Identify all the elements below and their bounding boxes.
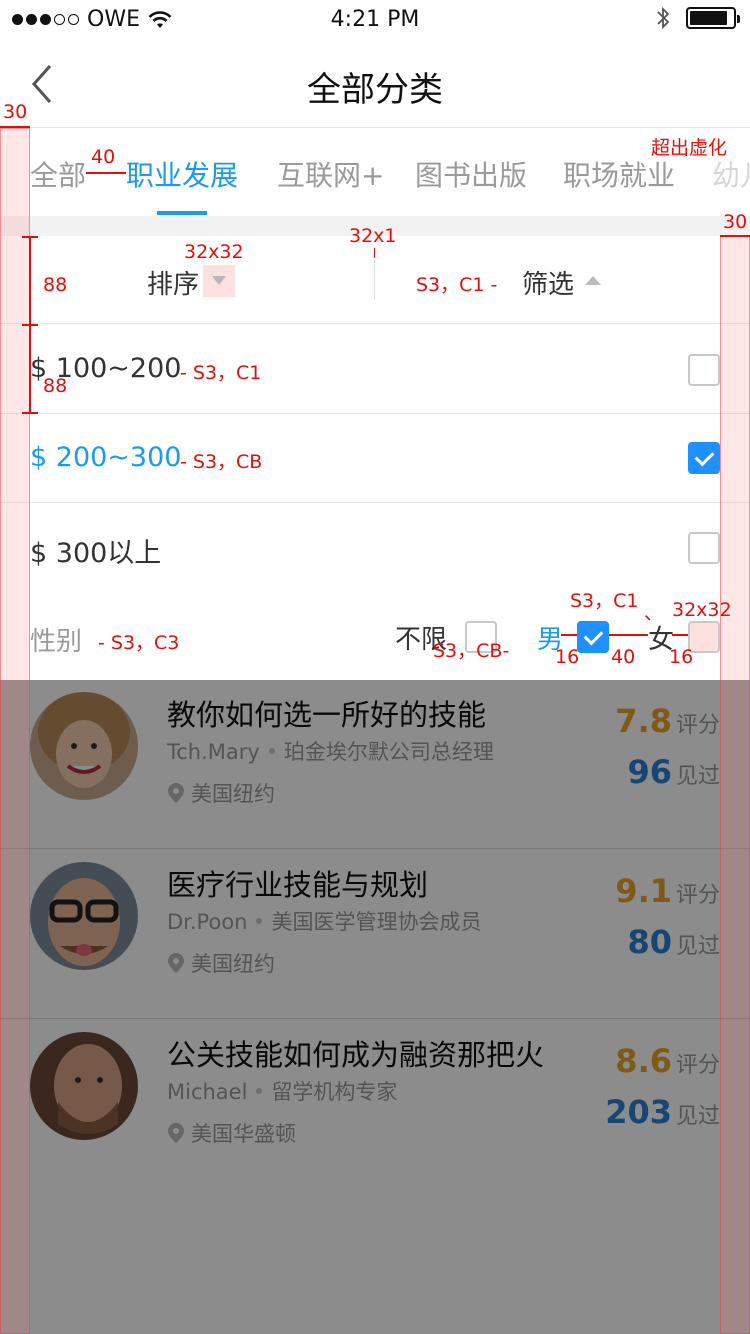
annotation-sort-icon-size: 32x32 xyxy=(184,241,244,263)
filter-arrow-icon[interactable] xyxy=(585,276,601,285)
price-option[interactable]: $ 100~200 xyxy=(0,325,750,414)
annotation-line xyxy=(86,172,126,174)
annotation-line xyxy=(22,236,38,238)
dim-overlay[interactable] xyxy=(0,680,750,1334)
gender-label: 性别 xyxy=(30,627,83,657)
annotation-margin-left: 30 xyxy=(3,101,28,123)
price-option[interactable]: $ 300以上 xyxy=(0,503,750,592)
sort-button[interactable]: 排序 xyxy=(147,264,199,301)
sort-arrow-icon[interactable] xyxy=(203,265,235,297)
divider xyxy=(374,260,375,300)
tab-active-indicator xyxy=(157,211,207,215)
annotation-margin-right: 30 xyxy=(723,211,748,233)
annotation-gap: 16 xyxy=(555,646,580,668)
annotation-unlimited-style: S3，CB- xyxy=(433,640,510,662)
price-checkbox[interactable] xyxy=(688,532,720,564)
annotation-filter-style: S3，C1 - xyxy=(416,274,498,296)
annotation-row-height: 88 xyxy=(43,375,68,397)
annotation-gap: 40 xyxy=(611,646,636,668)
tab-books[interactable]: 图书出版 xyxy=(415,154,527,194)
tab-internet[interactable]: 互联网+ xyxy=(277,154,384,194)
annotation-price-selected-style: - S3，CB xyxy=(180,451,263,473)
annotation-gender-style: - S3，C3 xyxy=(98,632,180,654)
margin-guide-right xyxy=(720,236,750,1334)
annotation-overflow: 超出虚化 xyxy=(651,137,728,159)
tab-all[interactable]: 全部 xyxy=(30,154,86,194)
battery-level xyxy=(690,11,728,25)
status-bar: OWE 4:21 PM xyxy=(0,0,750,40)
gender-male-checkbox[interactable] xyxy=(577,621,609,653)
annotation-line xyxy=(561,634,577,636)
price-checkbox[interactable] xyxy=(688,442,720,474)
annotation-line xyxy=(672,634,688,636)
annotation-checkbox-size: 32x32 xyxy=(672,599,732,621)
filter-button[interactable]: 筛选 xyxy=(522,264,574,301)
annotation-line xyxy=(0,126,30,128)
margin-guide-left xyxy=(0,128,30,1334)
nav-bar: 全部分类 xyxy=(0,40,750,128)
page-title: 全部分类 xyxy=(307,70,443,110)
annotation-line xyxy=(374,248,375,258)
price-option[interactable]: $ 200~300 xyxy=(0,414,750,503)
annotation-comma: 、 xyxy=(644,602,664,624)
tab-career[interactable]: 职业发展 xyxy=(126,154,238,194)
annotation-line xyxy=(22,324,38,326)
price-label: $ 300以上 xyxy=(30,538,162,569)
status-right xyxy=(656,6,740,30)
bluetooth-icon xyxy=(657,6,670,30)
annotation-row-height: 88 xyxy=(43,274,68,296)
annotation-line xyxy=(22,412,38,414)
annotation-tab-gap: 40 xyxy=(91,146,116,168)
annotation-gap: 16 xyxy=(669,646,694,668)
annotation-price-style: - S3，C1 xyxy=(180,362,262,384)
price-label: $ 200~300 xyxy=(30,442,182,473)
battery-icon xyxy=(686,7,740,29)
annotation-male-style: S3，C1 xyxy=(570,590,639,612)
annotation-line xyxy=(720,235,750,237)
annotation-line xyxy=(609,634,648,636)
annotation-divider-size: 32x1 xyxy=(349,225,397,247)
price-checkbox[interactable] xyxy=(688,354,720,386)
status-time: 4:21 PM xyxy=(330,7,420,32)
tab-kids[interactable]: 幼儿 xyxy=(712,154,750,194)
tab-jobs[interactable]: 职场就业 xyxy=(563,154,675,194)
sort-filter-bar: 排序 筛选 xyxy=(0,236,750,324)
